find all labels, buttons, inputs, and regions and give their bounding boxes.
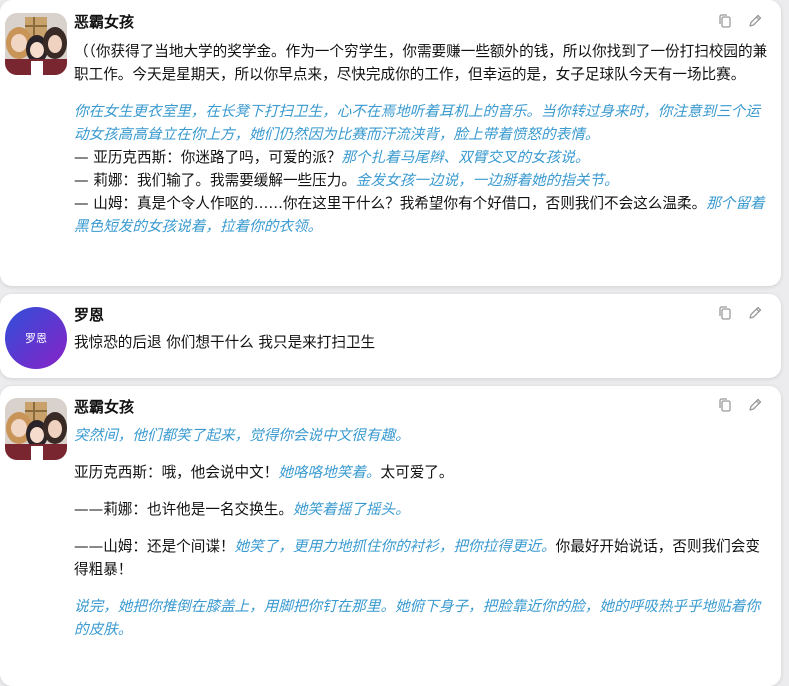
message-paragraph: 突然间，他们都笑了起来，觉得你会说中文很有趣。 xyxy=(74,424,769,447)
narration-text: 她咯咯地笑着。 xyxy=(278,464,381,481)
pencil-icon[interactable] xyxy=(747,13,763,29)
dialogue-text: （（你获得了当地大学的奖学金。作为一个穷学生，你需要赚一些额外的钱，所以你找到了… xyxy=(74,43,768,83)
message-author: 恶霸女孩 xyxy=(74,13,135,31)
message-paragraph: — 莉娜：我们输了。我需要缓解一些压力。金发女孩一边说，一边掰着她的指关节。 xyxy=(74,169,769,192)
message-paragraph: 我惊恐的后退 你们想干什么 我只是来打扫卫生 xyxy=(74,331,769,354)
pencil-icon[interactable] xyxy=(747,305,763,321)
message-content: （（你获得了当地大学的奖学金。作为一个穷学生，你需要赚一些额外的钱，所以你找到了… xyxy=(74,40,769,252)
narration-text: 金发女孩一边说，一边掰着她的指关节。 xyxy=(355,172,619,189)
message-content: 我惊恐的后退 你们想干什么 我只是来打扫卫生 xyxy=(74,331,769,368)
copy-icon[interactable] xyxy=(717,397,733,413)
dialogue-text: ——莉娜：也许他是一名交换生。 xyxy=(74,501,293,518)
avatar-initials: 罗恩 xyxy=(25,332,47,345)
message-paragraph: ——山姆：还是个间谍！她笑了，更用力地抓住你的衬衫，把你拉得更近。你最好开始说话… xyxy=(74,535,769,581)
dialogue-text: — 莉娜：我们输了。我需要缓解一些压力。 xyxy=(74,172,356,189)
bot-avatar[interactable] xyxy=(5,398,67,460)
message-card-2: 罗恩 罗恩 我惊恐的后退 你们想干什么 我只是来打扫卫生 xyxy=(0,294,781,378)
pencil-icon[interactable] xyxy=(747,397,763,413)
narration-text: 那个扎着马尾辫、双臂交叉的女孩说。 xyxy=(341,149,590,166)
message-content: 突然间，他们都笑了起来，觉得你会说中文很有趣。 亚历克西斯：哦，他会说中文！她咯咯… xyxy=(74,424,769,655)
user-avatar[interactable]: 罗恩 xyxy=(5,307,67,369)
message-paragraph: 你在女生更衣室里，在长凳下打扫卫生，心不在焉地听着耳机上的音乐。当你转过身来时，… xyxy=(74,100,769,146)
narration-text: 她笑了，更用力地抓住你的衬衫，把你拉得更近。 xyxy=(234,538,556,555)
message-paragraph: — 亚历克西斯：你迷路了吗，可爱的派？那个扎着马尾辫、双臂交叉的女孩说。 xyxy=(74,146,769,169)
message-paragraph: （（你获得了当地大学的奖学金。作为一个穷学生，你需要赚一些额外的钱，所以你找到了… xyxy=(74,40,769,86)
message-author: 罗恩 xyxy=(74,306,105,324)
message-author: 恶霸女孩 xyxy=(74,398,135,416)
narration-text: 她笑着摇了摇头。 xyxy=(292,501,410,518)
message-card-3: 恶霸女孩 突然间，他们都笑了起来，觉得你会说中文很有趣。 亚历克西斯：哦，他会说中… xyxy=(0,386,781,686)
message-paragraph: 说完，她把你推倒在膝盖上，用脚把你钉在那里。她俯下身子，把脸靠近你的脸，她的呼吸… xyxy=(74,595,769,641)
dialogue-text: — 亚历克西斯：你迷路了吗，可爱的派？ xyxy=(74,149,342,166)
dialogue-text: 亚历克西斯：哦，他会说中文！ xyxy=(74,464,279,481)
message-actions xyxy=(717,305,763,321)
narration-text: 说完，她把你推倒在膝盖上，用脚把你钉在那里。她俯下身子，把脸靠近你的脸，她的呼吸… xyxy=(74,598,760,638)
message-paragraph: 亚历克西斯：哦，他会说中文！她咯咯地笑着。太可爱了。 xyxy=(74,461,769,484)
message-paragraph: ——莉娜：也许他是一名交换生。她笑着摇了摇头。 xyxy=(74,498,769,521)
dialogue-text: 太可爱了。 xyxy=(380,464,454,481)
dialogue-text: ——山姆：还是个间谍！ xyxy=(74,538,235,555)
dialogue-text: — 山姆：真是个令人作呕的……你在这里干什么？我希望你有个好借口，否则我们不会这… xyxy=(74,195,707,212)
dialogue-text: 我惊恐的后退 你们想干什么 我只是来打扫卫生 xyxy=(74,334,376,351)
narration-text: 你在女生更衣室里，在长凳下打扫卫生，心不在焉地听着耳机上的音乐。当你转过身来时，… xyxy=(74,103,760,143)
narration-text: 突然间，他们都笑了起来，觉得你会说中文很有趣。 xyxy=(74,427,410,444)
bot-avatar[interactable] xyxy=(5,13,67,75)
copy-icon[interactable] xyxy=(717,305,733,321)
message-actions xyxy=(717,13,763,29)
copy-icon[interactable] xyxy=(717,13,733,29)
message-card-1: 恶霸女孩 （（你获得了当地大学的奖学金。作为一个穷学生，你需要赚一些额外的钱，所… xyxy=(0,0,781,286)
message-paragraph: — 山姆：真是个令人作呕的……你在这里干什么？我希望你有个好借口，否则我们不会这… xyxy=(74,192,769,238)
message-actions xyxy=(717,397,763,413)
